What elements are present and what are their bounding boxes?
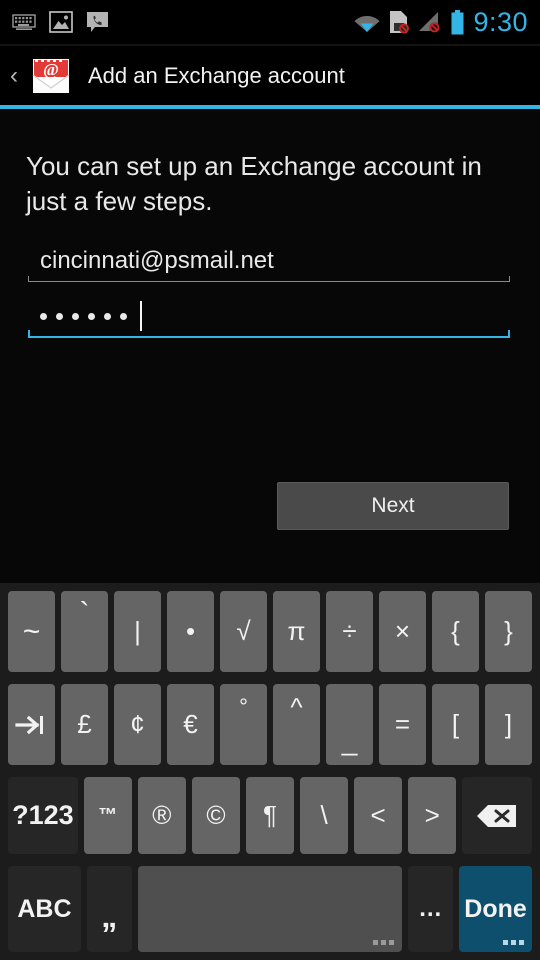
action-bar: ‹ @ Add an Exchange account xyxy=(0,46,540,105)
key-space[interactable] xyxy=(137,866,403,952)
page-title: Add an Exchange account xyxy=(88,62,345,88)
password-dot xyxy=(88,312,95,320)
signal-disabled-icon xyxy=(418,11,442,33)
status-bar-right-icons: 9:30 xyxy=(354,7,540,38)
key-pilcrow[interactable]: ¶ xyxy=(245,777,295,854)
key-low-quotes[interactable]: „ xyxy=(86,866,132,952)
key-bullet[interactable]: • xyxy=(167,591,214,672)
key-degree[interactable]: ° xyxy=(220,684,267,765)
wifi-icon xyxy=(354,12,380,32)
key-more-options[interactable]: … xyxy=(408,866,454,952)
battery-icon xyxy=(450,9,465,35)
password-input[interactable] xyxy=(28,296,510,336)
password-dot xyxy=(104,312,111,320)
key-copyright[interactable]: © xyxy=(191,777,240,854)
key-grave[interactable]: ` xyxy=(61,591,108,672)
key-tilde[interactable]: ~ xyxy=(8,591,55,672)
back-chevron-icon[interactable]: ‹ xyxy=(2,63,26,88)
keyboard-row-4: ABC „ … Done xyxy=(0,860,540,960)
key-bracket-left[interactable]: [ xyxy=(432,684,479,765)
email-input[interactable]: cincinnati@psmail.net xyxy=(28,241,510,281)
exchange-mail-icon[interactable]: @ xyxy=(28,54,74,98)
key-underscore[interactable]: _ xyxy=(326,684,373,765)
key-pipe[interactable]: | xyxy=(114,591,161,672)
key-cent[interactable]: ¢ xyxy=(114,684,161,765)
headline-text: You can set up an Exchange account in ju… xyxy=(26,151,482,216)
key-equals[interactable]: = xyxy=(379,684,426,765)
key-greater-than[interactable]: > xyxy=(408,777,457,854)
key-options-dots-icon xyxy=(373,940,395,945)
key-multiply[interactable]: × xyxy=(379,591,426,672)
status-bar: 9:30 xyxy=(0,0,540,44)
key-abc[interactable]: ABC xyxy=(8,866,81,952)
password-dot xyxy=(56,312,63,320)
key-options-dots-icon xyxy=(503,940,524,945)
key-euro[interactable]: € xyxy=(167,684,214,765)
on-screen-keyboard[interactable]: ~ ` | • √ π ÷ ×{} £ ¢ € ° ^ _ =[] ?123 ™ ® © ¶ \ < > ABC „… Done xyxy=(0,583,540,960)
key-brace-right[interactable]: } xyxy=(485,591,532,672)
key-square-root[interactable]: √ xyxy=(220,591,267,672)
password-underline xyxy=(28,330,510,338)
key-backslash[interactable]: \ xyxy=(300,777,349,854)
keyboard-row-3: ?123 ™ ® © ¶ \ < > xyxy=(0,771,540,860)
email-underline xyxy=(28,276,510,282)
key-bracket-right[interactable]: ] xyxy=(485,684,532,765)
backspace-icon[interactable] xyxy=(462,777,532,854)
key-less-than[interactable]: < xyxy=(354,777,403,854)
phone-screen: 9:30 ‹ @ Add an Exchange account You can… xyxy=(0,0,540,960)
key-divide[interactable]: ÷ xyxy=(326,591,373,672)
tab-icon[interactable] xyxy=(8,684,55,765)
key-pound[interactable]: £ xyxy=(61,684,108,765)
key-symbols-123[interactable]: ?123 xyxy=(8,777,78,854)
key-registered[interactable]: ® xyxy=(137,777,186,854)
password-field[interactable] xyxy=(28,296,510,338)
key-trademark[interactable]: ™ xyxy=(83,777,132,854)
key-pi[interactable]: π xyxy=(273,591,320,672)
password-dot xyxy=(72,312,79,320)
sim-card-disabled-icon xyxy=(388,10,410,34)
keyboard-row-1: ~ ` | • √ π ÷ ×{} xyxy=(0,583,540,678)
keyboard-icon xyxy=(12,13,36,31)
key-brace-left[interactable]: { xyxy=(432,591,479,672)
key-done[interactable]: Done xyxy=(459,866,532,952)
keyboard-row-2: £ ¢ € ° ^ _ =[] xyxy=(0,678,540,771)
image-icon xyxy=(49,11,73,33)
next-button[interactable]: Next xyxy=(277,482,509,530)
email-field[interactable]: cincinnati@psmail.net xyxy=(28,241,510,282)
setup-form: You can set up an Exchange account in ju… xyxy=(0,109,540,583)
svg-text:@: @ xyxy=(43,60,59,79)
status-clock: 9:30 xyxy=(473,6,528,37)
password-dot xyxy=(40,312,47,320)
text-caret xyxy=(140,301,142,331)
status-bar-left-icons xyxy=(0,11,109,34)
key-caret[interactable]: ^ xyxy=(273,684,320,765)
message-icon xyxy=(86,11,109,34)
password-dot xyxy=(120,312,127,320)
